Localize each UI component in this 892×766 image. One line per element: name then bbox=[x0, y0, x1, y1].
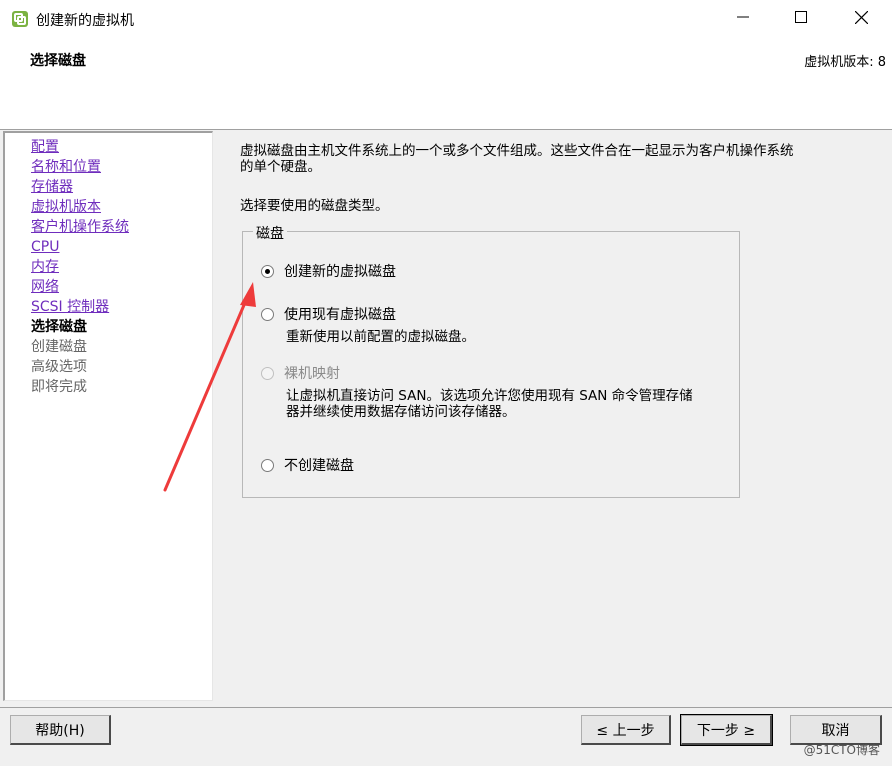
step-scsi-controller[interactable]: SCSI 控制器 bbox=[31, 297, 129, 317]
option-raw-device-mapping: 裸机映射 bbox=[261, 363, 340, 383]
help-button[interactable]: 帮助(H) bbox=[10, 715, 111, 745]
option-label: 裸机映射 bbox=[284, 366, 340, 382]
description-line: 虚拟磁盘由主机文件系统上的一个或多个文件组成。这些文件合在一起显示为客户机操作系… bbox=[240, 143, 794, 159]
step-advanced-options: 高级选项 bbox=[31, 357, 129, 377]
radio-raw-device-mapping bbox=[261, 366, 274, 380]
watermark: @51CTO博客 bbox=[803, 743, 880, 757]
step-memory[interactable]: 内存 bbox=[31, 257, 129, 277]
step-ready-to-complete: 即将完成 bbox=[31, 377, 129, 397]
window-title: 创建新的虚拟机 bbox=[36, 13, 134, 29]
close-icon bbox=[854, 10, 868, 28]
next-button[interactable]: 下一步 ≥ bbox=[680, 714, 773, 746]
wizard-header: 选择磁盘 虚拟机版本: 8 bbox=[0, 38, 892, 130]
step-label[interactable]: 名称和位置 bbox=[31, 159, 101, 175]
option-no-disk[interactable]: 不创建磁盘 bbox=[261, 455, 354, 475]
step-cpu[interactable]: CPU bbox=[31, 237, 129, 257]
step-select-disk: 选择磁盘 bbox=[31, 317, 129, 337]
step-config[interactable]: 配置 bbox=[31, 137, 129, 157]
disk-description: 虚拟磁盘由主机文件系统上的一个或多个文件组成。这些文件合在一起显示为客户机操作系… bbox=[240, 143, 870, 175]
step-network[interactable]: 网络 bbox=[31, 277, 129, 297]
step-label[interactable]: 客户机操作系统 bbox=[31, 219, 129, 235]
radio-use-existing-disk[interactable] bbox=[261, 307, 274, 321]
radio-no-disk[interactable] bbox=[261, 458, 274, 472]
vsphere-app-icon bbox=[10, 9, 30, 29]
option-use-existing-disk[interactable]: 使用现有虚拟磁盘 bbox=[261, 304, 396, 324]
close-button[interactable] bbox=[832, 0, 890, 38]
step-storage[interactable]: 存储器 bbox=[31, 177, 129, 197]
description-line: 的单个硬盘。 bbox=[240, 159, 321, 175]
minimize-button[interactable] bbox=[714, 0, 772, 38]
maximize-button[interactable] bbox=[772, 0, 830, 38]
option-description: 重新使用以前配置的虚拟磁盘。 bbox=[286, 329, 475, 345]
radio-create-new-disk[interactable] bbox=[261, 264, 274, 278]
step-label: 高级选项 bbox=[31, 359, 87, 375]
option-description-line: 器并继续使用数据存储访问该存储器。 bbox=[286, 404, 516, 420]
wizard-steps-list: 配置 名称和位置 存储器 虚拟机版本 客户机操作系统 CPU 内存 网络 SCS… bbox=[31, 137, 129, 397]
option-label[interactable]: 创建新的虚拟磁盘 bbox=[284, 261, 396, 281]
option-create-new-disk[interactable]: 创建新的虚拟磁盘 bbox=[261, 261, 396, 281]
vm-version-label: 虚拟机版本: 8 bbox=[804, 55, 886, 70]
maximize-icon bbox=[795, 11, 807, 27]
step-label: 即将完成 bbox=[31, 379, 87, 395]
option-label[interactable]: 使用现有虚拟磁盘 bbox=[284, 304, 396, 324]
step-label[interactable]: CPU bbox=[31, 239, 59, 255]
groupbox-label: 磁盘 bbox=[253, 223, 287, 243]
step-guest-os[interactable]: 客户机操作系统 bbox=[31, 217, 129, 237]
step-vm-version[interactable]: 虚拟机版本 bbox=[31, 197, 129, 217]
footer-divider bbox=[0, 707, 892, 708]
step-label[interactable]: 虚拟机版本 bbox=[31, 199, 101, 215]
option-description: 让虚拟机直接访问 SAN。该选项允许您使用现有 SAN 命令管理存储 器并继续使… bbox=[286, 388, 693, 420]
disk-groupbox: 磁盘 创建新的虚拟磁盘 使用现有虚拟磁盘 重新使用以前配置的虚拟磁盘。 裸机映射… bbox=[242, 223, 740, 498]
step-label[interactable]: 存储器 bbox=[31, 179, 73, 195]
option-description-line: 让虚拟机直接访问 SAN。该选项允许您使用现有 SAN 命令管理存储 bbox=[286, 388, 693, 404]
step-label[interactable]: 网络 bbox=[31, 279, 59, 295]
step-label: 选择磁盘 bbox=[31, 319, 87, 335]
back-button[interactable]: ≤ 上一步 bbox=[581, 715, 671, 745]
step-label[interactable]: 配置 bbox=[31, 139, 59, 155]
step-label[interactable]: SCSI 控制器 bbox=[31, 299, 109, 315]
step-label: 创建磁盘 bbox=[31, 339, 87, 355]
step-label[interactable]: 内存 bbox=[31, 259, 59, 275]
main-content: 虚拟磁盘由主机文件系统上的一个或多个文件组成。这些文件合在一起显示为客户机操作系… bbox=[222, 131, 892, 706]
disk-type-prompt: 选择要使用的磁盘类型。 bbox=[240, 198, 389, 214]
title-bar: 创建新的虚拟机 bbox=[0, 0, 892, 38]
wizard-steps-pane: 配置 名称和位置 存储器 虚拟机版本 客户机操作系统 CPU 内存 网络 SCS… bbox=[3, 131, 213, 701]
option-label[interactable]: 不创建磁盘 bbox=[284, 455, 354, 475]
step-name-location[interactable]: 名称和位置 bbox=[31, 157, 129, 177]
page-title: 选择磁盘 bbox=[30, 53, 86, 69]
minimize-icon bbox=[737, 11, 749, 27]
step-create-disk: 创建磁盘 bbox=[31, 337, 129, 357]
